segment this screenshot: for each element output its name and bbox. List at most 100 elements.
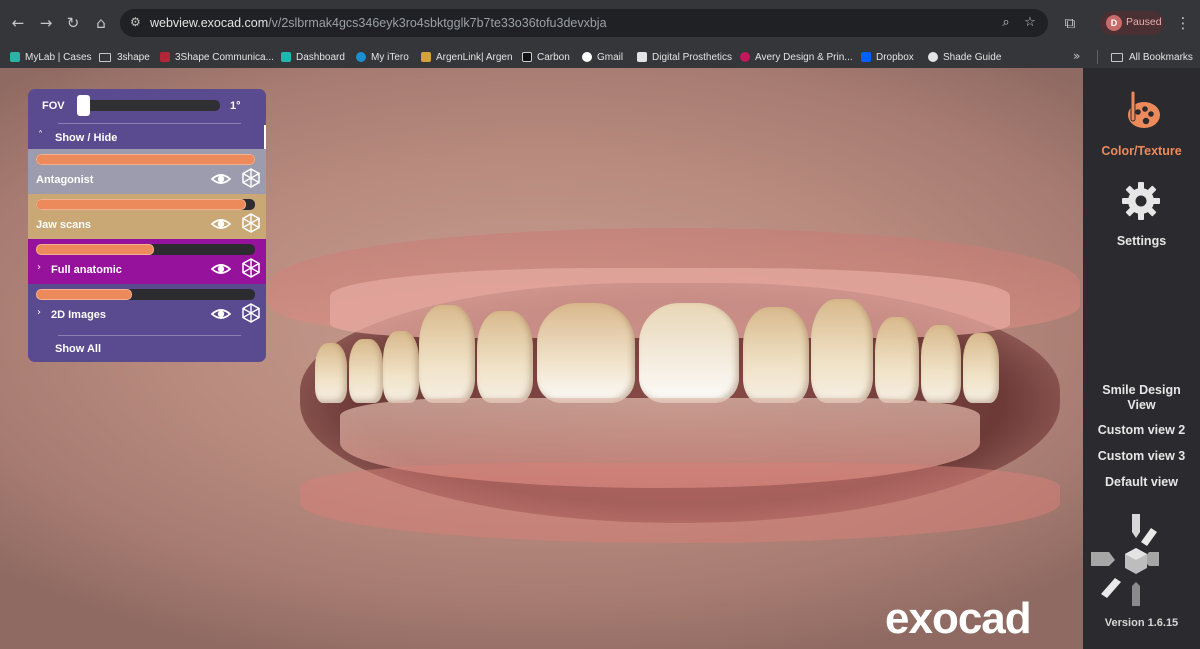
opacity-fill (36, 154, 255, 165)
tooth (315, 343, 347, 403)
opacity-slider[interactable] (36, 244, 255, 255)
exocad-logo: exocad (885, 594, 1032, 643)
fov-label: FOV (42, 100, 65, 112)
bookmark-dashboard[interactable]: Dashboard (281, 46, 345, 68)
layer-row-full-anatomic[interactable]: › Full anatomic (28, 239, 266, 284)
gear-icon[interactable] (1121, 181, 1161, 221)
chevron-up-icon: ˄ (38, 130, 43, 141)
view-custom-3[interactable]: Custom view 3 (1083, 449, 1200, 464)
layer-row-jaw-scans[interactable]: Jaw scans (28, 194, 266, 239)
bookmark-mylab[interactable]: MyLab | Cases (10, 46, 92, 68)
fov-slider[interactable] (78, 100, 220, 111)
opacity-slider[interactable] (36, 154, 255, 165)
profile-status: Paused (1126, 16, 1162, 28)
site-info-icon[interactable]: ⚙ (130, 14, 146, 30)
eye-icon[interactable] (211, 171, 231, 187)
view-smile-design[interactable]: Smile Design View (1083, 383, 1200, 413)
bookmark-gmail[interactable]: Gmail (582, 46, 623, 68)
bookmark-dropbox[interactable]: Dropbox (861, 46, 914, 68)
tooth (419, 305, 475, 403)
browser-toolbar: ← → ↻ ⌂ ⚙ webview.exocad.com/v/2slbrmak4… (0, 0, 1200, 46)
layer-label: Jaw scans (36, 219, 92, 231)
avery-icon (740, 52, 750, 62)
show-all-button[interactable]: Show All (55, 343, 101, 355)
chevron-right-icon[interactable]: › (37, 307, 41, 318)
bookmark-argenlink[interactable]: ArgenLink| Argen (421, 46, 513, 68)
url-text[interactable]: webview.exocad.com/v/2slbrmak4gcs346eyk3… (150, 16, 607, 30)
snowflake-icon[interactable] (241, 303, 261, 323)
globe-icon (928, 52, 938, 62)
zoom-icon[interactable]: ⌕ (998, 15, 1014, 31)
tooth (537, 303, 635, 403)
home-icon[interactable]: ⌂ (91, 13, 111, 33)
chevron-right-icon[interactable]: › (37, 262, 41, 273)
tooth (477, 311, 533, 403)
tooth-icon (281, 52, 291, 62)
tooth-icon (10, 52, 20, 62)
color-texture-button[interactable]: Color/Texture (1083, 144, 1200, 158)
view-cube-icon[interactable] (1091, 510, 1159, 610)
opacity-slider[interactable] (36, 199, 255, 210)
view-default[interactable]: Default view (1083, 475, 1200, 490)
view-custom-2[interactable]: Custom view 2 (1083, 423, 1200, 438)
bookmark-label: Dropbox (876, 51, 914, 63)
bookmark-folder-3shape[interactable]: 3shape (99, 46, 150, 68)
itero-icon (356, 52, 366, 62)
layer-row-antagonist[interactable]: Antagonist (28, 149, 266, 194)
bookmark-avery[interactable]: Avery Design & Prin... (740, 46, 853, 68)
bookmark-label: Avery Design & Prin... (755, 51, 853, 63)
divider (58, 123, 241, 124)
divider (58, 335, 241, 336)
bookmarks-overflow-icon[interactable]: » (1073, 49, 1080, 63)
opacity-slider[interactable] (36, 289, 255, 300)
snowflake-icon[interactable] (241, 258, 261, 278)
bookmark-itero[interactable]: My iTero (356, 46, 409, 68)
tooth (383, 331, 419, 403)
eye-icon[interactable] (211, 306, 231, 322)
bookmark-label: Carbon (537, 51, 570, 63)
layer-label: 2D Images (51, 309, 107, 321)
dropbox-icon (861, 52, 871, 62)
layer-row-2d-images[interactable]: › 2D Images (28, 284, 266, 329)
google-icon (582, 52, 592, 62)
settings-button[interactable]: Settings (1083, 234, 1200, 248)
all-bookmarks[interactable]: All Bookmarks (1111, 46, 1193, 68)
url-domain: webview.exocad.com (150, 16, 269, 30)
address-bar[interactable]: ⚙ webview.exocad.com/v/2slbrmak4gcs346ey… (120, 9, 1048, 37)
back-icon[interactable]: ← (8, 13, 28, 33)
tooth (875, 317, 919, 403)
menu-icon[interactable]: ⋮ (1173, 13, 1193, 33)
snowflake-icon[interactable] (241, 213, 261, 233)
bookmark-label: 3shape (117, 51, 150, 63)
reload-icon[interactable]: ↻ (63, 13, 83, 33)
bookmark-star-icon[interactable]: ☆ (1022, 15, 1038, 31)
bookmark-shade-guide[interactable]: Shade Guide (928, 46, 1001, 68)
show-hide-label: Show / Hide (55, 132, 118, 144)
bookmark-carbon[interactable]: Carbon (522, 46, 570, 68)
bookmark-3shape-communicate[interactable]: 3Shape Communica... (160, 46, 274, 68)
upper-teeth (315, 283, 1015, 403)
lower-lip (300, 463, 1060, 543)
tooth (811, 299, 873, 403)
bookmark-label: Shade Guide (943, 51, 1002, 63)
bookmark-digital-prosthetics[interactable]: Digital Prosthetics (637, 46, 732, 68)
eye-icon[interactable] (211, 216, 231, 232)
layer-label: Full anatomic (51, 264, 122, 276)
folder-icon (1111, 52, 1123, 62)
profile-button[interactable]: D Paused (1100, 11, 1164, 35)
fov-value: 1° (230, 100, 241, 112)
3d-viewport[interactable]: exocad FOV 1° ˄ Show / Hide Antagonist J… (0, 68, 1083, 649)
bookmark-label: Gmail (597, 51, 624, 63)
palette-brush-icon[interactable] (1120, 88, 1164, 132)
bookmark-label: My iTero (371, 51, 409, 63)
folder-icon (99, 52, 111, 62)
eye-icon[interactable] (211, 261, 231, 277)
show-hide-toggle[interactable]: ˄ Show / Hide (28, 125, 266, 151)
url-path: /v/2slbrmak4gcs346eyk3ro4sbktgglk7b7te33… (268, 16, 607, 30)
extensions-icon[interactable]: ⧉ (1060, 13, 1080, 33)
argen-icon (421, 52, 431, 62)
forward-icon[interactable]: → (36, 13, 56, 33)
snowflake-icon[interactable] (241, 168, 261, 188)
fov-slider-thumb[interactable] (77, 95, 90, 116)
bookmarks-separator (1097, 50, 1098, 64)
